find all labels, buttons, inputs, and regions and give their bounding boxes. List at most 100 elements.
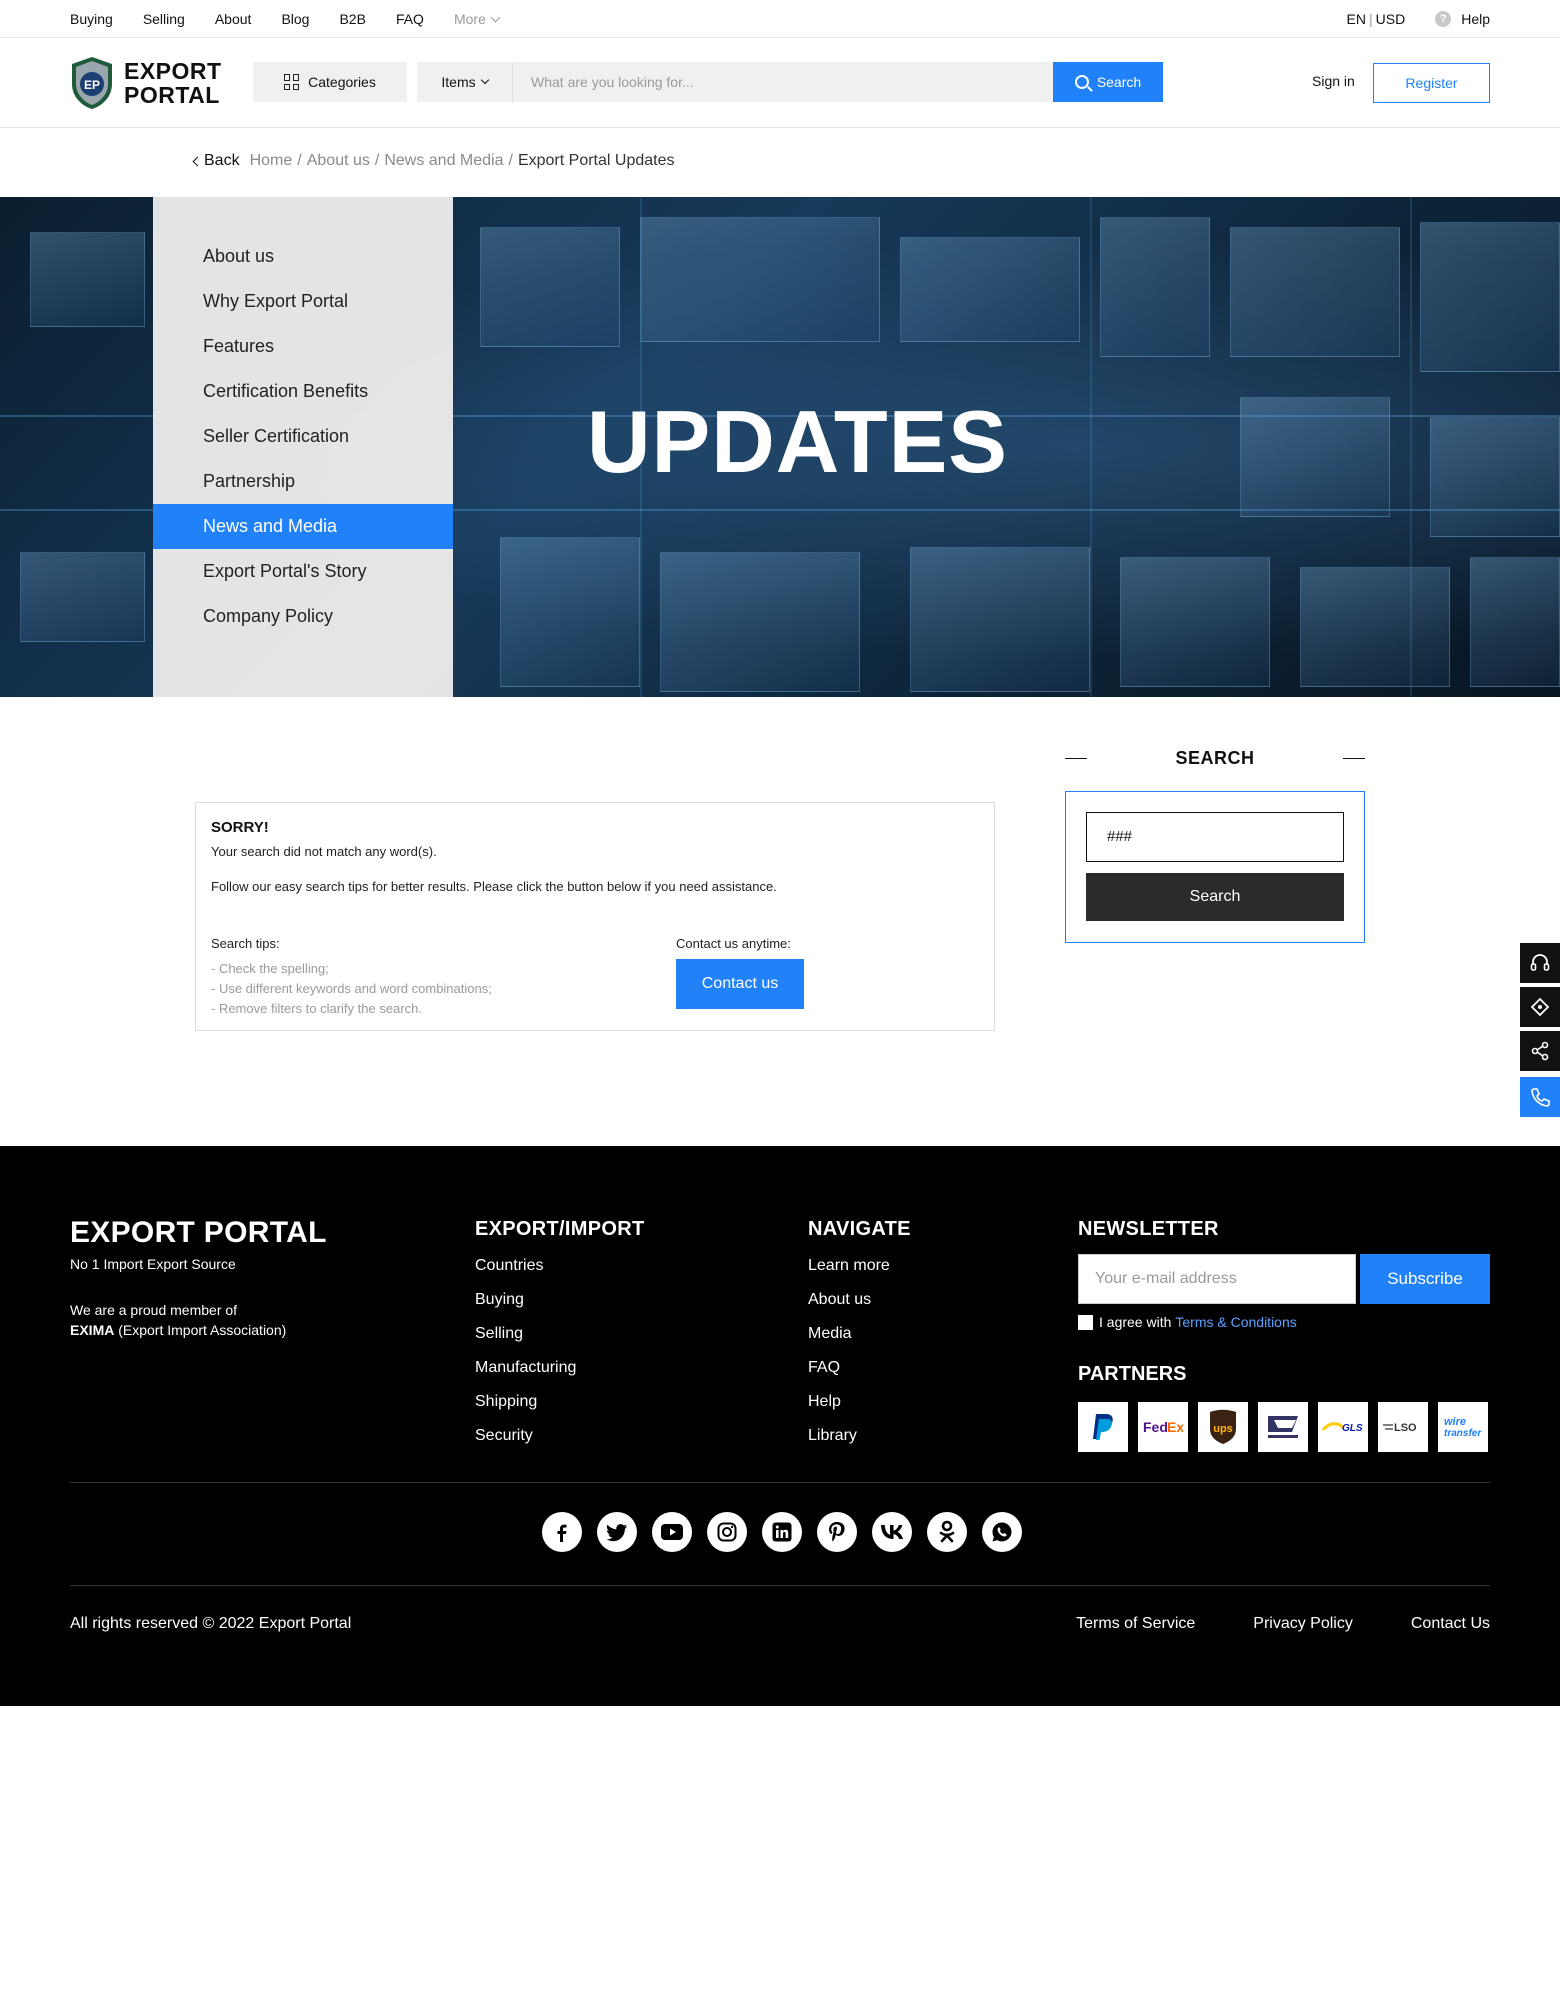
call-button[interactable] bbox=[1520, 1077, 1560, 1117]
footer-brand-name[interactable]: EXPORT PORTAL bbox=[70, 1216, 327, 1250]
share-button[interactable] bbox=[1520, 1031, 1560, 1071]
footer-link-buying[interactable]: Buying bbox=[475, 1289, 644, 1323]
top-nav-more[interactable]: More bbox=[454, 11, 501, 27]
contact-us-button[interactable]: Contact us bbox=[676, 959, 804, 1009]
facebook-icon[interactable] bbox=[542, 1512, 582, 1552]
breadcrumb-news-media[interactable]: News and Media bbox=[384, 152, 503, 170]
breadcrumb-separator: / bbox=[297, 152, 302, 169]
top-nav-faq[interactable]: FAQ bbox=[396, 11, 424, 27]
footer-link-library[interactable]: Library bbox=[808, 1425, 911, 1459]
news-search-input[interactable]: ### bbox=[1086, 812, 1344, 862]
footer-link-manufacturing[interactable]: Manufacturing bbox=[475, 1357, 644, 1391]
language-currency-selector[interactable]: EN | USD bbox=[1347, 11, 1406, 27]
top-nav: Buying Selling About Blog B2B FAQ More bbox=[70, 0, 501, 38]
contact-us-link[interactable]: Contact Us bbox=[1411, 1615, 1490, 1633]
help-link[interactable]: Help bbox=[1461, 11, 1490, 27]
side-menu-item-features[interactable]: Features bbox=[153, 324, 453, 369]
sign-in-link[interactable]: Sign in bbox=[1312, 73, 1355, 89]
terms-of-service-link[interactable]: Terms of Service bbox=[1076, 1615, 1195, 1633]
side-menu-item-seller-certification[interactable]: Seller Certification bbox=[153, 414, 453, 459]
hero-decor-panel bbox=[900, 237, 1080, 342]
side-menu-item-partnership[interactable]: Partnership bbox=[153, 459, 453, 504]
top-nav-about[interactable]: About bbox=[215, 11, 252, 27]
language-label: EN bbox=[1346, 11, 1366, 27]
no-results-hint: Follow our easy search tips for better r… bbox=[211, 879, 777, 894]
search-input[interactable] bbox=[513, 62, 1053, 102]
terms-checkbox[interactable] bbox=[1078, 1314, 1093, 1330]
side-menu-item-certification-benefits[interactable]: Certification Benefits bbox=[153, 369, 453, 414]
footer-col-navigate: NAVIGATE Learn more About us Media FAQ H… bbox=[808, 1218, 911, 1459]
search-tips: Search tips: - Check the spelling; - Use… bbox=[211, 936, 676, 1019]
subscribe-button[interactable]: Subscribe bbox=[1360, 1254, 1490, 1304]
categories-button[interactable]: Categories bbox=[253, 62, 407, 102]
whatsapp-icon[interactable] bbox=[982, 1512, 1022, 1552]
footer-divider bbox=[70, 1585, 1490, 1586]
back-link[interactable]: Back bbox=[192, 152, 240, 170]
search-type-select[interactable]: Items bbox=[417, 62, 513, 102]
hero-title: UPDATES bbox=[587, 392, 1008, 491]
footer-link-learn-more[interactable]: Learn more bbox=[808, 1255, 911, 1289]
odnoklassniki-icon[interactable] bbox=[927, 1512, 967, 1552]
breadcrumb: Back Home / About us / News and Media / … bbox=[192, 152, 674, 170]
ticket-button[interactable] bbox=[1520, 987, 1560, 1027]
youtube-icon[interactable] bbox=[652, 1512, 692, 1552]
footer-tagline: No 1 Import Export Source bbox=[70, 1256, 236, 1272]
news-search-button[interactable]: Search bbox=[1086, 873, 1344, 921]
top-nav-buying[interactable]: Buying bbox=[70, 11, 113, 27]
about-side-menu: About us Why Export Portal Features Cert… bbox=[153, 197, 453, 697]
terms-agreement: I agree with Terms & Conditions bbox=[1078, 1314, 1297, 1330]
footer-link-about-us[interactable]: About us bbox=[808, 1289, 911, 1323]
footer-link-help[interactable]: Help bbox=[808, 1391, 911, 1425]
logo-text-line1: EXPORT bbox=[124, 58, 222, 84]
hero-decor-line bbox=[1410, 197, 1412, 697]
footer-link-media[interactable]: Media bbox=[808, 1323, 911, 1357]
support-headset-button[interactable] bbox=[1520, 943, 1560, 983]
top-nav-selling[interactable]: Selling bbox=[143, 11, 185, 27]
side-menu-item-company-policy[interactable]: Company Policy bbox=[153, 594, 453, 639]
main-header: EP EXPORT PORTAL Categories Items Search… bbox=[0, 38, 1560, 128]
search-icon bbox=[1074, 75, 1089, 89]
footer-brand: EXPORT PORTAL No 1 Import Export Source … bbox=[70, 1216, 327, 1338]
top-nav-blog[interactable]: Blog bbox=[281, 11, 309, 27]
search-button[interactable]: Search bbox=[1053, 62, 1163, 102]
top-nav-b2b[interactable]: B2B bbox=[339, 11, 365, 27]
breadcrumb-about-us[interactable]: About us bbox=[307, 152, 370, 170]
search-widget: ### Search bbox=[1065, 791, 1365, 943]
logo-text: EXPORT PORTAL bbox=[124, 59, 222, 107]
search-widget-title: SEARCH bbox=[1175, 748, 1255, 768]
search-tip-item: - Check the spelling; bbox=[211, 961, 329, 976]
footer-link-countries[interactable]: Countries bbox=[475, 1255, 644, 1289]
footer-link-selling[interactable]: Selling bbox=[475, 1323, 644, 1357]
side-menu-item-export-portals-story[interactable]: Export Portal's Story bbox=[153, 549, 453, 594]
footer-link-faq[interactable]: FAQ bbox=[808, 1357, 911, 1391]
register-button[interactable]: Register bbox=[1373, 63, 1490, 103]
usps-logo bbox=[1258, 1402, 1308, 1452]
shield-logo-icon: EP bbox=[72, 57, 112, 109]
side-menu-item-why-export-portal[interactable]: Why Export Portal bbox=[153, 279, 453, 324]
pinterest-icon[interactable] bbox=[817, 1512, 857, 1552]
export-portal-logo[interactable]: EP EXPORT PORTAL bbox=[70, 55, 230, 111]
side-menu-item-news-and-media[interactable]: News and Media bbox=[153, 504, 453, 549]
terms-link[interactable]: Terms & Conditions bbox=[1175, 1314, 1296, 1330]
no-results-box: SORRY! Your search did not match any wor… bbox=[195, 802, 995, 1031]
hero-decor-panel bbox=[30, 232, 145, 327]
side-menu-item-about-us[interactable]: About us bbox=[153, 234, 453, 279]
instagram-icon[interactable] bbox=[707, 1512, 747, 1552]
linkedin-icon[interactable] bbox=[762, 1512, 802, 1552]
headset-icon bbox=[1530, 954, 1550, 971]
contact-block: Contact us anytime: Contact us bbox=[676, 936, 804, 1019]
partners-title: PARTNERS bbox=[1078, 1363, 1187, 1385]
footer-col-export-import: EXPORT/IMPORT Countries Buying Selling M… bbox=[475, 1218, 644, 1459]
footer-link-security[interactable]: Security bbox=[475, 1425, 644, 1459]
breadcrumb-home[interactable]: Home bbox=[250, 152, 293, 170]
hero-decor-panel bbox=[910, 547, 1090, 692]
twitter-icon[interactable] bbox=[597, 1512, 637, 1552]
share-icon bbox=[1531, 1041, 1549, 1061]
exima-name[interactable]: EXIMA bbox=[70, 1322, 114, 1338]
agree-label: I agree with bbox=[1099, 1314, 1172, 1330]
footer-link-shipping[interactable]: Shipping bbox=[475, 1391, 644, 1425]
vk-icon[interactable] bbox=[872, 1512, 912, 1552]
privacy-policy-link[interactable]: Privacy Policy bbox=[1253, 1615, 1353, 1633]
ups-logo: ups bbox=[1198, 1402, 1248, 1452]
newsletter-email-input[interactable]: Your e-mail address bbox=[1078, 1254, 1356, 1304]
